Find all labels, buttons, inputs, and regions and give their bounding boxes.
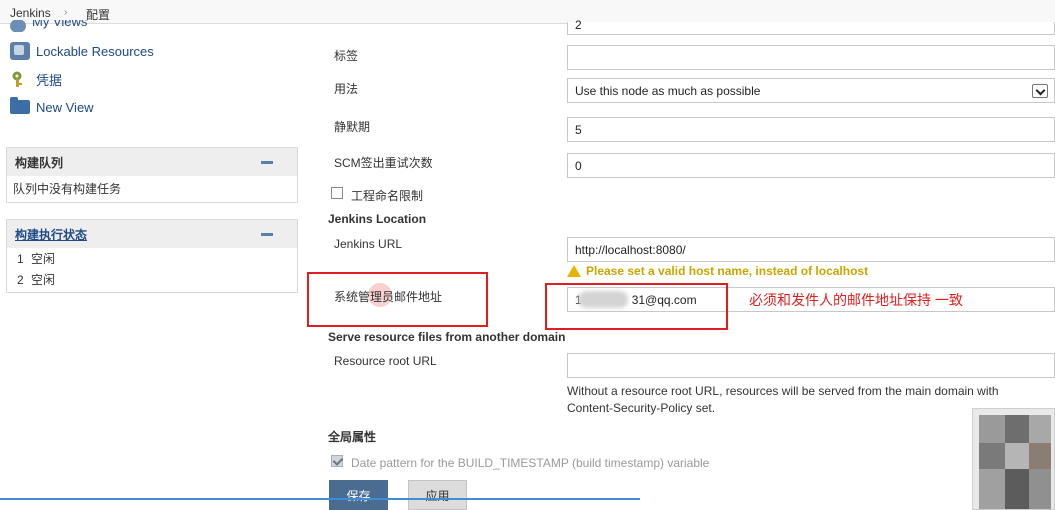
build-queue-empty-text: 队列中没有构建任务 xyxy=(13,182,122,196)
resource-root-help: Without a resource root URL, resources w… xyxy=(567,384,999,415)
annotation-box-email xyxy=(545,283,728,330)
scm-retry-input[interactable]: 0 xyxy=(567,153,1055,178)
executor-status-header: 构建执行状态 xyxy=(7,220,297,248)
sidebar-link-label: Lockable Resources xyxy=(36,43,154,59)
breadcrumb: Jenkins › 配置 xyxy=(0,0,1055,24)
progress-line xyxy=(0,498,640,500)
timestamp-pattern-label: Date pattern for the BUILD_TIMESTAMP (bu… xyxy=(351,456,710,470)
usage-select[interactable]: Use this node as much as possible xyxy=(567,78,1055,103)
chevron-down-icon[interactable] xyxy=(1032,84,1048,98)
sidebar-link-new-view[interactable]: New View xyxy=(10,97,94,117)
executor-status-panel: 构建执行状态 1 空闲 2 空闲 xyxy=(6,219,298,293)
apply-button[interactable]: 应用 xyxy=(408,480,467,510)
breadcrumb-jenkins[interactable]: Jenkins xyxy=(10,6,51,20)
folder-icon xyxy=(10,97,30,114)
breadcrumb-configure[interactable]: 配置 xyxy=(86,6,110,23)
jenkins-url-input[interactable]: http://localhost:8080/ xyxy=(567,237,1055,262)
labels-label: 标签 xyxy=(334,49,359,63)
save-button[interactable]: 保存 xyxy=(329,480,388,510)
labels-input[interactable] xyxy=(567,45,1055,70)
build-queue-header: 构建队列 xyxy=(7,148,297,176)
resource-root-input[interactable] xyxy=(567,353,1055,378)
sidebar-link-my-views[interactable]: My Views xyxy=(10,20,87,32)
url-warning: Please set a valid host name, instead of… xyxy=(567,264,868,278)
my-views-icon xyxy=(10,20,26,32)
usage-label: 用法 xyxy=(334,82,359,96)
breadcrumb-separator: › xyxy=(64,7,68,18)
executor-status-title[interactable]: 构建执行状态 xyxy=(15,226,87,243)
sidebar-link-credentials[interactable]: 凭据 xyxy=(10,69,62,89)
build-queue-panel: 构建队列 队列中没有构建任务 xyxy=(6,147,298,203)
annotation-text: 必须和发件人的邮件地址保持 一致 xyxy=(749,292,963,308)
resource-root-label: Resource root URL xyxy=(334,354,437,368)
scm-retry-label: SCM签出重试次数 xyxy=(334,156,433,170)
warning-icon xyxy=(567,265,581,277)
collapse-icon[interactable] xyxy=(261,233,273,236)
executors-input[interactable]: 2 xyxy=(567,18,1055,35)
restrict-project-naming-checkbox[interactable] xyxy=(331,187,343,199)
jenkins-url-label: Jenkins URL xyxy=(334,237,403,251)
executor-row: 2 空闲 xyxy=(17,272,56,288)
collapse-icon[interactable] xyxy=(261,161,273,164)
quiet-period-label: 静默期 xyxy=(334,120,371,134)
serve-resource-section: Serve resource files from another domain xyxy=(328,330,566,344)
sidebar-link-label: My Views xyxy=(32,20,88,29)
webcam-overlay xyxy=(972,408,1055,510)
global-properties-section: 全局属性 xyxy=(328,430,377,444)
annotation-box-label xyxy=(307,272,488,327)
sidebar-link-label: 凭据 xyxy=(36,72,63,88)
sidebar-link-lockable-resources[interactable]: Lockable Resources xyxy=(10,41,154,61)
executor-row: 1 空闲 xyxy=(17,251,56,267)
quiet-period-input[interactable]: 5 xyxy=(567,117,1055,142)
sidebar-link-label: New View xyxy=(36,99,94,115)
build-queue-title: 构建队列 xyxy=(15,155,64,170)
lock-icon xyxy=(10,42,30,60)
restrict-project-naming-label: 工程命名限制 xyxy=(351,189,424,203)
timestamp-pattern-checkbox[interactable] xyxy=(331,455,343,467)
key-icon xyxy=(10,70,30,88)
jenkins-location-section: Jenkins Location xyxy=(328,212,427,226)
